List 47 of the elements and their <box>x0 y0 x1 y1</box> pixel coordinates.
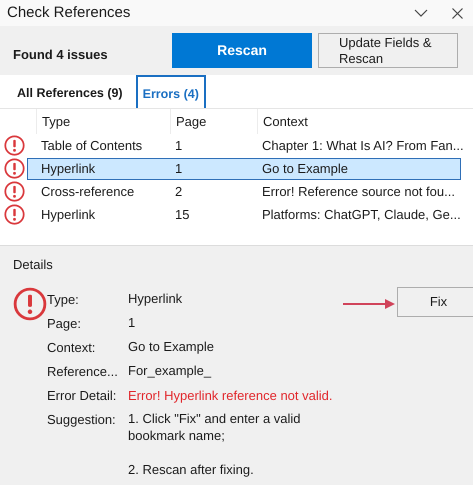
update-rescan-button[interactable]: Update Fields & Rescan <box>318 33 458 68</box>
table-cell-text: 1 <box>174 160 184 178</box>
field-value: Go to Example <box>128 338 215 354</box>
details-title: Details <box>13 256 53 274</box>
error-icon <box>4 181 25 202</box>
table-cell-text: Table of Contents <box>40 136 144 155</box>
field-value: For_example_ <box>128 362 212 378</box>
error-icon <box>13 286 47 320</box>
table-row[interactable]: Table of Contents 1 Chapter 1: What Is AI? From Fan... <box>27 134 465 156</box>
error-icon <box>4 135 25 156</box>
field-value: 2. Rescan after fixing. <box>128 460 255 478</box>
field-value: 1. Click "Fix" and enter a valid bookmark name; <box>128 410 302 444</box>
field-value: Error! Hyperlink reference not valid. <box>128 386 334 404</box>
table-cell-text: 2 <box>174 182 184 201</box>
table-cell-text: Hyperlink <box>40 160 96 178</box>
field-value: 1 <box>128 314 136 330</box>
table-row[interactable]: Cross-reference 2 Error! Reference source not fou... <box>27 180 461 202</box>
error-icon <box>4 204 25 225</box>
rescan-button[interactable]: Rescan <box>172 33 312 68</box>
issue-summary: Found 4 issues <box>13 46 109 64</box>
field-label: Type: <box>47 290 80 308</box>
field-label: Context: <box>47 338 96 356</box>
table-row[interactable]: Hyperlink 1 Go to Example <box>27 158 461 180</box>
field-label: Reference... <box>47 362 119 380</box>
fix-button[interactable]: Fix <box>397 286 473 316</box>
column-header[interactable]: Type <box>36 109 170 134</box>
table-cell-text: Go to Example <box>261 160 349 178</box>
table-cell-text: Chapter 1: What Is AI? From Fan... <box>261 136 464 155</box>
field-value: Hyperlink <box>128 290 184 306</box>
column-header[interactable]: Page <box>170 109 257 134</box>
tab[interactable]: All References (9) <box>4 75 136 108</box>
table-cell-text: Cross-reference <box>40 182 136 201</box>
table-cell-text: Platforms: ChatGPT, Claude, Ge... <box>261 206 461 224</box>
error-icon <box>4 158 25 179</box>
table-cell-text: Hyperlink <box>40 206 96 224</box>
table-row[interactable]: Hyperlink 15 Platforms: ChatGPT, Claude, Ge... <box>27 204 462 226</box>
table-cell-text: 15 <box>174 206 190 224</box>
column-header[interactable]: Context <box>257 109 461 134</box>
table-cell-text: Error! Reference source not fou... <box>261 182 456 201</box>
table-cell-text: 1 <box>174 136 184 155</box>
field-label: Error Detail: <box>47 386 118 404</box>
window-title: Check References <box>7 2 132 23</box>
arrow-icon <box>343 298 395 308</box>
chevron-down-icon[interactable] <box>414 8 428 18</box>
close-icon[interactable] <box>452 8 463 18</box>
field-label: Page: <box>47 314 82 332</box>
field-label: Suggestion: <box>47 410 117 429</box>
